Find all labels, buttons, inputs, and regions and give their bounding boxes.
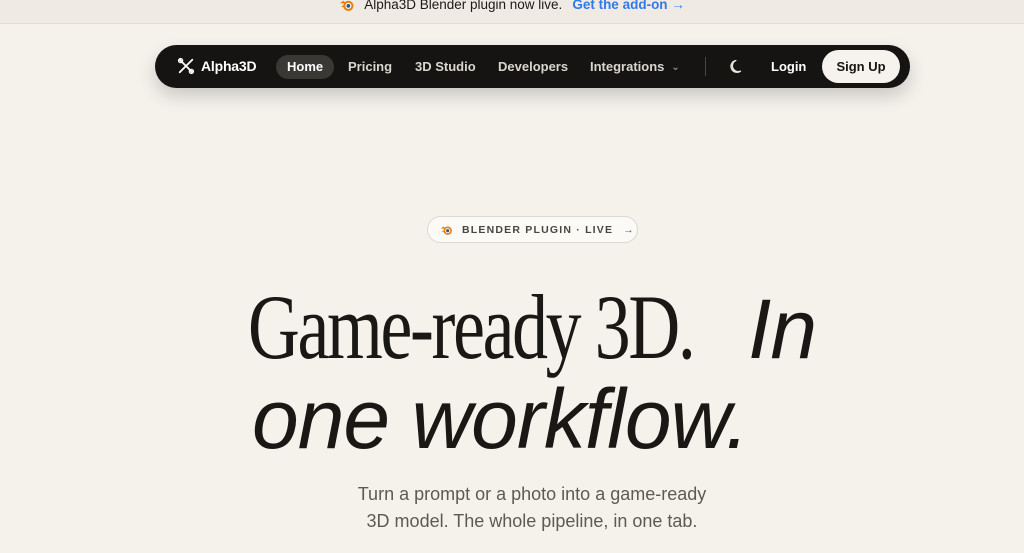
main-nav: Alpha3D Home Pricing 3D Studio Developer… [155,45,910,88]
chevron-down-icon: ⌄ [671,62,680,73]
brand-logo[interactable]: Alpha3D [177,57,257,75]
hero-subtitle: Turn a prompt or a photo into a game-rea… [312,481,752,535]
nav-3d-studio[interactable]: 3D Studio [404,55,487,79]
arrow-right-icon: → [623,223,634,236]
headline-serif-part: Game-ready 3D. [248,276,696,378]
blender-plugin-badge[interactable]: BLENDER PLUGIN · LIVE → [427,216,638,243]
subtitle-line-2: 3D model. The whole pipeline, in one tab… [366,511,698,531]
login-button[interactable]: Login [771,55,806,79]
nav-integrations[interactable]: Integrations ⌄ [579,55,691,79]
get-addon-link[interactable]: Get the add-on → [572,0,685,12]
nav-pricing[interactable]: Pricing [337,55,403,79]
badge-label: BLENDER PLUGIN · LIVE [462,223,614,236]
alpha3d-logo-icon [177,57,195,75]
nav-developers[interactable]: Developers [487,55,579,79]
subtitle-line-1: Turn a prompt or a photo into a game-rea… [357,484,707,504]
nav-divider [705,57,706,76]
headline-italic-part-1: In [748,282,817,376]
blender-icon [440,226,452,235]
blender-icon [340,0,354,11]
headline-italic-part-2: one workflow. [252,372,749,466]
nav-integrations-label: Integrations [590,59,665,74]
announcement-bar: Alpha3D Blender plugin now live. Get the… [0,0,1024,24]
moon-icon[interactable] [729,58,746,75]
nav-home[interactable]: Home [276,55,335,79]
brand-name: Alpha3D [201,58,257,74]
announcement-text: Alpha3D Blender plugin now live. [364,0,563,12]
signup-button[interactable]: Sign Up [822,50,900,83]
